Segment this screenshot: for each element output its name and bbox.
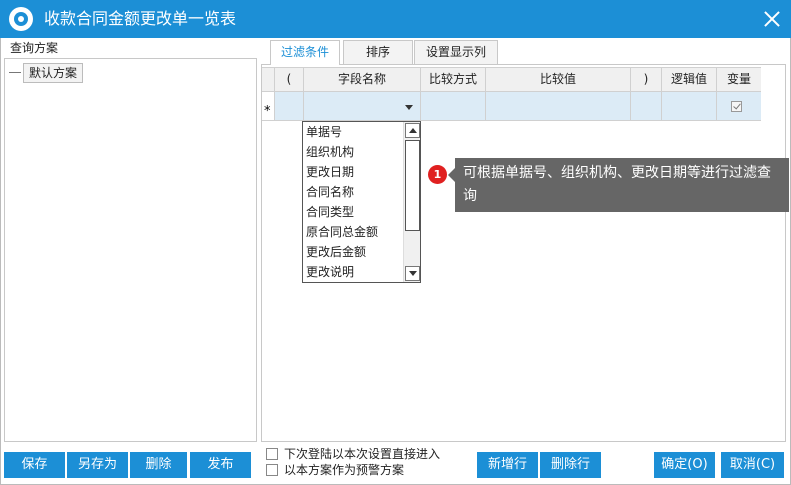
variable-checkbox[interactable] bbox=[731, 101, 742, 112]
field-name-dropdown[interactable]: 单据号 组织机构 更改日期 合同名称 合同类型 原合同总金额 更改后金额 更改说… bbox=[302, 121, 421, 283]
dropdown-item[interactable]: 更改后金额 bbox=[306, 242, 366, 262]
col-variable[interactable]: 变量 bbox=[717, 68, 761, 91]
col-field-name[interactable]: 字段名称 bbox=[304, 68, 421, 91]
title-bar: 收款合同金额更改单一览表 bbox=[0, 0, 791, 38]
dropdown-item[interactable]: 单据号 bbox=[306, 122, 342, 142]
close-icon[interactable] bbox=[761, 8, 783, 30]
dropdown-item[interactable]: 更改说明 bbox=[306, 262, 354, 282]
cell-variable[interactable] bbox=[717, 92, 761, 120]
dropdown-item[interactable]: 原合同总金额 bbox=[306, 222, 378, 242]
scroll-up-icon[interactable] bbox=[405, 123, 420, 138]
dropdown-item[interactable]: 合同类型 bbox=[306, 202, 354, 222]
cell-compare-value[interactable] bbox=[486, 92, 631, 120]
col-compare-op[interactable]: 比较方式 bbox=[421, 68, 486, 91]
cell-logic[interactable] bbox=[662, 92, 717, 120]
dropdown-scrollbar[interactable] bbox=[403, 122, 420, 282]
cell-field-name[interactable] bbox=[304, 92, 421, 120]
delete-row-button[interactable]: 删除行 bbox=[540, 452, 601, 478]
query-scheme-label: 查询方案 bbox=[10, 41, 59, 55]
col-right-paren[interactable]: ) bbox=[631, 68, 662, 91]
filter-grid-row[interactable]: * bbox=[262, 92, 761, 121]
cancel-button[interactable]: 取消(C) bbox=[721, 452, 784, 478]
cell-compare-op[interactable] bbox=[421, 92, 486, 120]
step-number-badge: 1 bbox=[428, 165, 447, 184]
tree-connector bbox=[9, 72, 21, 73]
ok-button[interactable]: 确定(O) bbox=[654, 452, 715, 478]
tab-display-columns[interactable]: 设置显示列 bbox=[414, 40, 498, 64]
col-left-paren[interactable]: ( bbox=[275, 68, 304, 91]
col-logic[interactable]: 逻辑值 bbox=[662, 68, 717, 91]
tab-sort[interactable]: 排序 bbox=[343, 40, 413, 64]
app-logo-icon bbox=[9, 7, 33, 31]
hint-callout: 可根据单据号、组织机构、更改日期等进行过滤查询 bbox=[448, 158, 789, 212]
chevron-down-icon[interactable] bbox=[405, 105, 413, 110]
alert-scheme-label: 以本方案作为预警方案 bbox=[284, 463, 405, 477]
window-title: 收款合同金额更改单一览表 bbox=[44, 9, 237, 28]
next-login-checkbox[interactable] bbox=[266, 448, 278, 460]
save-as-button[interactable]: 另存为 bbox=[67, 452, 128, 478]
scheme-item-default[interactable]: 默认方案 bbox=[23, 63, 84, 83]
new-row-marker: * bbox=[264, 104, 271, 119]
scroll-down-icon[interactable] bbox=[405, 266, 420, 281]
cell-right-paren[interactable] bbox=[631, 92, 662, 120]
save-button[interactable]: 保存 bbox=[4, 452, 65, 478]
cell-left-paren[interactable] bbox=[275, 92, 304, 120]
col-compare-value[interactable]: 比较值 bbox=[486, 68, 631, 91]
scrollbar-thumb[interactable] bbox=[405, 140, 420, 231]
scheme-list-panel bbox=[4, 58, 257, 442]
alert-scheme-checkbox[interactable] bbox=[266, 464, 278, 476]
next-login-label: 下次登陆以本次设置直接进入 bbox=[284, 447, 441, 461]
dropdown-item[interactable]: 合同名称 bbox=[306, 182, 354, 202]
dropdown-item[interactable]: 组织机构 bbox=[306, 142, 354, 162]
delete-button[interactable]: 删除 bbox=[130, 452, 187, 478]
add-row-button[interactable]: 新增行 bbox=[477, 452, 538, 478]
dropdown-item[interactable]: 更改日期 bbox=[306, 162, 354, 182]
publish-button[interactable]: 发布 bbox=[190, 452, 251, 478]
row-indicator: * bbox=[262, 92, 275, 120]
filter-grid-header: ( 字段名称 比较方式 比较值 ) 逻辑值 变量 bbox=[262, 67, 761, 92]
tab-filter-conditions[interactable]: 过滤条件 bbox=[270, 40, 340, 65]
row-header-cell bbox=[262, 68, 275, 91]
